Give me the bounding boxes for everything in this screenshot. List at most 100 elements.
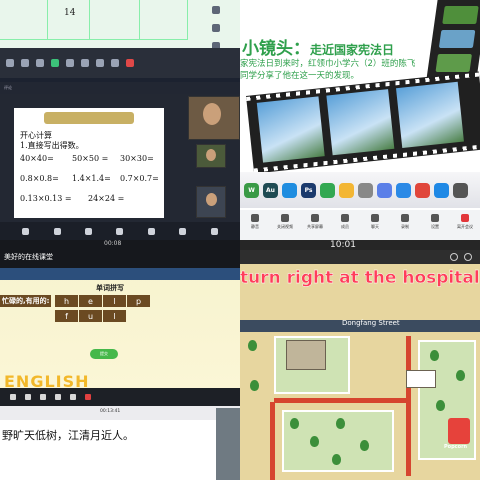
toolbar-icon[interactable] (212, 24, 220, 32)
chat-icon[interactable] (147, 227, 155, 235)
participants-icon[interactable] (51, 59, 59, 67)
spelling-game: 单词拼写 忙碌的,有用的: h e l p f u l 提交 (0, 268, 240, 388)
camera-icon[interactable] (21, 59, 29, 67)
meeting-button[interactable]: 录制 (390, 214, 420, 230)
submit-button[interactable]: 提交 (90, 349, 118, 359)
popcorn-icon (448, 418, 470, 444)
letter-tile[interactable]: l (102, 310, 126, 322)
tree-icon (250, 380, 259, 391)
tree-icon (310, 436, 319, 447)
subtitle-text: 走近国家宪法日 (310, 43, 395, 57)
dock-app-icon[interactable] (377, 182, 392, 198)
letter-tile[interactable]: l (102, 295, 126, 307)
dock-app-icon[interactable] (453, 182, 468, 198)
tree-icon (430, 350, 439, 361)
chat-icon[interactable] (70, 394, 76, 400)
dock-app-icon[interactable] (282, 182, 297, 198)
app-title: 美好的在线课堂 (4, 253, 53, 261)
settings-icon[interactable] (96, 59, 104, 67)
window-controls (240, 250, 480, 264)
button-label: 共享屏幕 (307, 224, 323, 229)
math-slide: 开心计算 1.直接写出得数。 40×40= 50×50 = 30×30= 0.8… (14, 108, 164, 218)
members-icon[interactable] (116, 227, 124, 235)
meeting-button[interactable]: 聊天 (360, 214, 390, 230)
problem: 24×24 = (88, 194, 125, 203)
letter-tile[interactable]: u (78, 310, 102, 322)
dock-app-icon[interactable] (415, 182, 430, 198)
button-icon (401, 214, 409, 222)
meeting-button[interactable]: 成员 (330, 214, 360, 230)
leave-icon[interactable] (85, 394, 91, 400)
record-icon[interactable] (179, 227, 187, 235)
more-icon[interactable] (111, 59, 119, 67)
problem: 40×40= (20, 154, 54, 163)
button-icon (461, 214, 469, 222)
meeting-button[interactable]: 关闭视频 (270, 214, 300, 230)
meeting-button[interactable]: 设置 (420, 214, 450, 230)
side-toolbar (212, 6, 220, 50)
table-cell (140, 0, 188, 40)
chat-icon[interactable] (66, 59, 74, 67)
button-label: 静音 (251, 224, 259, 229)
route-line (270, 402, 275, 480)
english-class: 00:08 美好的在线课堂 单词拼写 忙碌的,有用的: h e l p f u … (0, 240, 240, 480)
mic-icon[interactable] (10, 394, 16, 400)
tree-icon (456, 370, 465, 381)
clock-text: 10:01 (330, 240, 356, 250)
participant-video[interactable] (216, 408, 240, 480)
tree-icon (336, 418, 345, 429)
letter-row: h e l p (54, 295, 150, 307)
body-line: 家宪法日到来时，红领巾小学六（2）班的陈飞 (240, 59, 416, 69)
photo-frame (326, 89, 395, 156)
film-frame (442, 6, 479, 24)
letter-tile[interactable]: p (126, 295, 150, 307)
meeting-button[interactable]: 静音 (240, 214, 270, 230)
share-icon[interactable] (36, 59, 44, 67)
bottom-controls (0, 222, 240, 240)
table-cell (0, 0, 48, 40)
slide-banner (44, 112, 134, 124)
camera-icon[interactable] (53, 227, 61, 235)
hospital-building (286, 340, 326, 370)
share-icon[interactable] (85, 227, 93, 235)
meeting-button[interactable]: 离开会议 (450, 214, 480, 230)
dock-app-icon[interactable]: Ps (301, 182, 316, 198)
button-icon (371, 214, 379, 222)
face (206, 193, 217, 206)
meeting-button[interactable]: 共享屏幕 (300, 214, 330, 230)
letter-tile[interactable]: e (78, 295, 102, 307)
share-icon[interactable] (40, 394, 46, 400)
leave-icon[interactable] (126, 59, 134, 67)
camera-icon[interactable] (25, 394, 31, 400)
button-label: 关闭视频 (277, 224, 293, 229)
table-cell (90, 0, 140, 40)
record-icon[interactable] (81, 59, 89, 67)
problem: 0.8×0.8= (20, 174, 59, 183)
face (206, 149, 216, 161)
dock-app-icon[interactable] (339, 182, 354, 198)
dock-app-icon[interactable]: W (244, 182, 259, 198)
letter-tile[interactable]: h (54, 295, 78, 307)
clue-text: 忙碌的,有用的: (0, 295, 52, 307)
letter-tile[interactable]: f (54, 310, 78, 322)
student-video[interactable] (196, 186, 226, 218)
dock-app-icon[interactable] (320, 182, 335, 198)
dock-app-icon[interactable] (358, 182, 373, 198)
toolbar-icon[interactable] (212, 6, 220, 14)
tree-icon (290, 418, 299, 429)
members-icon[interactable] (55, 394, 61, 400)
dock-app-icon[interactable]: Au (263, 182, 278, 198)
worksheet-table: 14 (0, 0, 240, 48)
photo-frame (396, 81, 464, 148)
title-bar: 00:08 美好的在线课堂 (0, 240, 240, 268)
mic-icon[interactable] (6, 59, 14, 67)
teacher-video[interactable] (188, 96, 240, 140)
more-icon[interactable] (210, 227, 218, 235)
control-icon[interactable] (464, 253, 472, 261)
mic-icon[interactable] (22, 227, 30, 235)
dock-app-icon[interactable] (434, 182, 449, 198)
student-video[interactable] (196, 144, 226, 168)
control-icon[interactable] (450, 253, 458, 261)
dock-app-icon[interactable] (396, 182, 411, 198)
film-frame (438, 30, 476, 48)
